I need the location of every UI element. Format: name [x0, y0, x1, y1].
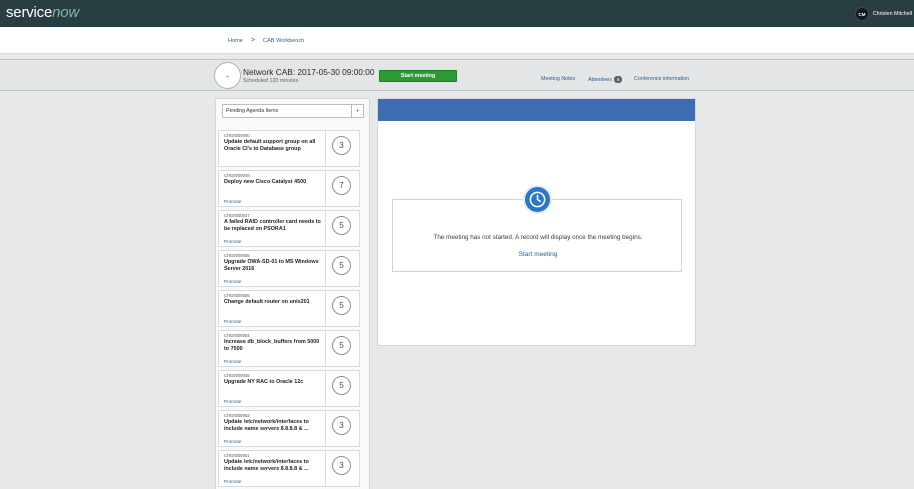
attendees-link[interactable]: Attendees 8: [588, 76, 623, 83]
logo-text-service: service: [6, 4, 53, 21]
conference-information-link[interactable]: Conference information: [634, 76, 689, 82]
logo-text-now: now: [52, 4, 80, 21]
agenda-item[interactable]: CHG0000049 Deploy new Cisco Catalyst 450…: [218, 170, 360, 207]
risk-score-badge: 3: [332, 456, 351, 475]
risk-score-badge: 7: [332, 176, 351, 195]
agenda-item[interactable]: CHG0000054 Increase db_block_buffers fro…: [218, 330, 360, 367]
risk-score-badge: 5: [332, 256, 351, 275]
promote-link[interactable]: Promote: [224, 439, 241, 444]
divider: [325, 331, 326, 366]
change-number[interactable]: CHG0000051: [224, 453, 250, 458]
divider: [325, 451, 326, 486]
risk-score-badge: 5: [332, 376, 351, 395]
agenda-item-title: Update /etc/network/interfaces to includ…: [224, 419, 309, 432]
agenda-item-title: A failed RAID controller card needs to b…: [224, 219, 321, 232]
promote-link[interactable]: Promote: [224, 279, 241, 284]
chevron-right-icon: >: [250, 37, 256, 44]
clock-icon-graphic: [529, 191, 546, 208]
promote-link[interactable]: Promote: [224, 359, 241, 364]
promote-link[interactable]: Promote: [224, 239, 241, 244]
agenda-filter-value: Pending Agenda Items: [226, 108, 279, 114]
start-meeting-link[interactable]: Start meeting: [393, 251, 683, 258]
change-number[interactable]: CHG0000047: [224, 213, 250, 218]
divider: [325, 411, 326, 446]
breadcrumb-home-link[interactable]: Home: [228, 38, 243, 44]
meeting-notes-link[interactable]: Meeting Notes: [541, 76, 575, 82]
change-number[interactable]: CHG0000046: [224, 373, 250, 378]
avatar[interactable]: CM: [854, 7, 869, 21]
risk-score-badge: 5: [332, 336, 351, 355]
divider: [325, 171, 326, 206]
agenda-item[interactable]: CHG0000047 A failed RAID controller card…: [218, 210, 360, 247]
breadcrumb-cab-workbench-link[interactable]: CAB Workbench: [263, 38, 304, 44]
risk-score-badge: 5: [332, 296, 351, 315]
breadcrumb: Home > CAB Workbench: [228, 37, 304, 44]
change-number[interactable]: CHG0000055: [224, 253, 250, 258]
agenda-item-title: Change default router on unix201: [224, 299, 310, 305]
agenda-item[interactable]: CHG0000051 Update /etc/network/interface…: [218, 450, 360, 487]
promote-link[interactable]: Promote: [224, 479, 241, 484]
meeting-status-indicator: -: [214, 62, 241, 89]
page-title: Network CAB: 2017-05-30 09:00:00: [243, 67, 375, 77]
user-menu[interactable]: CM Christen Mitchell: [854, 7, 912, 21]
meeting-duration: Scheduled 120 minutes: [243, 78, 299, 84]
divider: [325, 291, 326, 326]
agenda-filter-select[interactable]: Pending Agenda Items ▾: [222, 104, 364, 118]
attendees-label: Attendees: [588, 76, 612, 83]
clock-icon: [523, 185, 552, 214]
change-number[interactable]: CHG0000049: [224, 173, 250, 178]
agenda-item[interactable]: CHG0000050 Update default support group …: [218, 130, 360, 167]
agenda-item[interactable]: CHG0000053 Update /etc/network/interface…: [218, 410, 360, 447]
record-panel-header: [378, 99, 695, 121]
agenda-item[interactable]: CHG0000055 Upgrade OWA-SD-01 to MS Windo…: [218, 250, 360, 287]
record-panel: The meeting has not started. A record wi…: [377, 98, 696, 346]
divider: [325, 251, 326, 286]
promote-link[interactable]: Promote: [224, 319, 241, 324]
change-number[interactable]: CHG0000054: [224, 333, 250, 338]
agenda-item-title: Update /etc/network/interfaces to includ…: [224, 459, 309, 472]
user-name[interactable]: Christen Mitchell: [873, 11, 912, 17]
promote-link[interactable]: Promote: [224, 199, 241, 204]
agenda-item-title: Update default support group on all Orac…: [224, 139, 316, 152]
chevron-down-icon[interactable]: ▾: [351, 105, 363, 117]
start-meeting-button[interactable]: Start meeting: [379, 70, 457, 82]
notice-message: The meeting has not started. A record wi…: [433, 234, 643, 241]
agenda-item-title: Deploy new Cisco Catalyst 4500: [224, 179, 307, 185]
agenda-item[interactable]: CHG0000046 Upgrade NY RAC to Oracle 12c …: [218, 370, 360, 407]
attendees-count-badge: 8: [614, 76, 623, 83]
agenda-item-title: Upgrade NY RAC to Oracle 12c: [224, 379, 304, 385]
risk-score-badge: 5: [332, 216, 351, 235]
divider: [325, 211, 326, 246]
change-number[interactable]: CHG0000053: [224, 413, 250, 418]
divider: [325, 371, 326, 406]
agenda-item-title: Upgrade OWA-SD-01 to MS Windows Server 2…: [224, 259, 319, 272]
breadcrumb-bar: Home > CAB Workbench: [0, 27, 914, 54]
servicenow-logo[interactable]: servicenow: [6, 4, 79, 22]
top-navigation-bar: servicenow CM Christen Mitchell: [0, 0, 914, 27]
change-number[interactable]: CHG0000056: [224, 293, 250, 298]
change-number[interactable]: CHG0000050: [224, 133, 250, 138]
meeting-header: - Network CAB: 2017-05-30 09:00:00 Sched…: [0, 59, 914, 91]
divider: [325, 131, 326, 166]
agenda-item[interactable]: CHG0000056 Change default router on unix…: [218, 290, 360, 327]
risk-score-badge: 3: [332, 416, 351, 435]
risk-score-badge: 3: [332, 136, 351, 155]
promote-link[interactable]: Promote: [224, 399, 241, 404]
agenda-item-title: Increase db_block_buffers from 5000 to 7…: [224, 339, 320, 352]
